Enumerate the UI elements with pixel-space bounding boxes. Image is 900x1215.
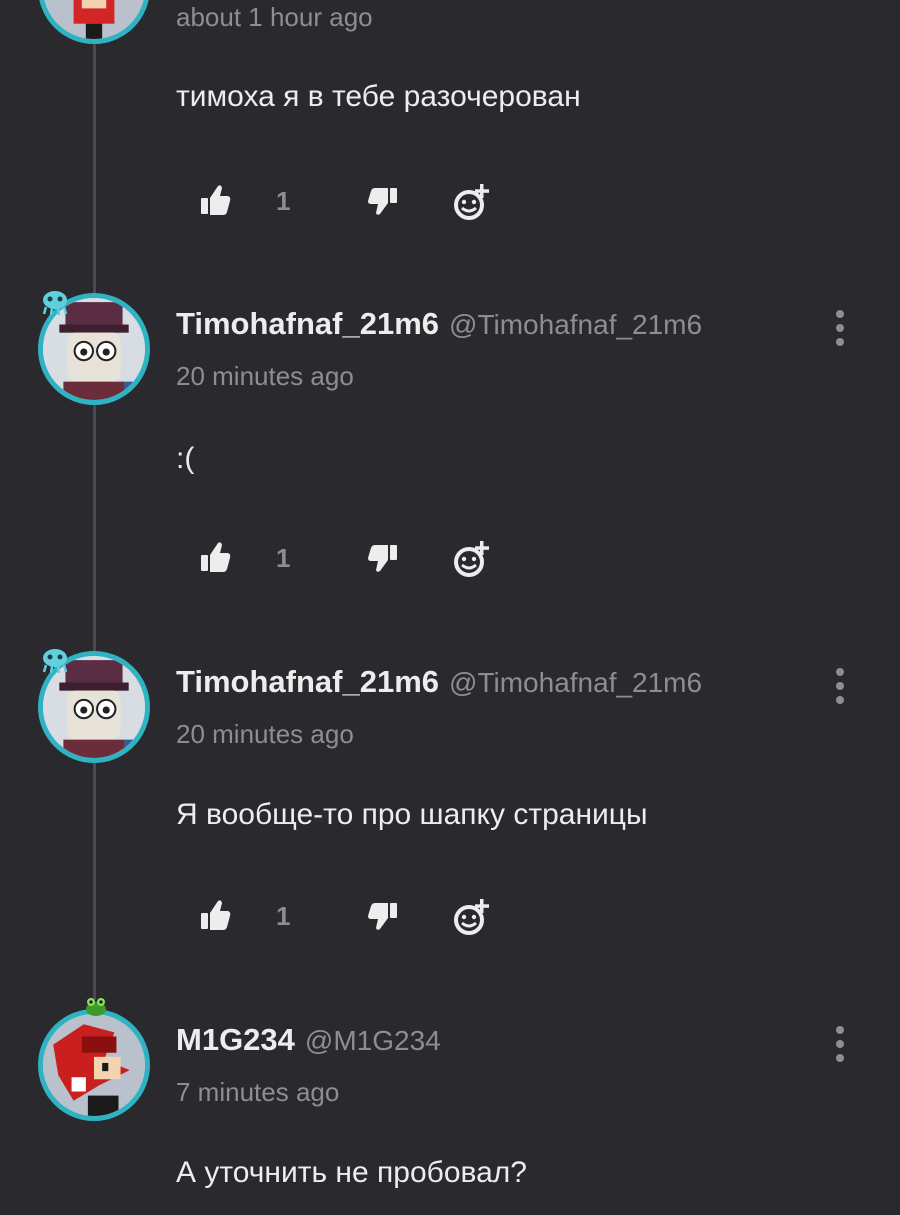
like-button[interactable]: [200, 537, 232, 581]
user-handle: @Timohafnaf_21m6: [449, 309, 703, 340]
dislike-button[interactable]: [366, 180, 398, 224]
thread-line: [93, 0, 96, 1000]
thumbs-down-icon: [368, 545, 397, 572]
comment-timestamp: 20 minutes ago: [176, 361, 354, 391]
add-reaction-button[interactable]: [452, 895, 492, 939]
mascot-badge-icon: [42, 291, 68, 316]
mascot-badge-icon: [42, 649, 68, 674]
comment-username[interactable]: Timohafnaf_21m6 @Timohafnaf_21m6: [176, 306, 702, 342]
comment-text: Я вообще-то про шапку страницы: [176, 798, 648, 831]
thumbs-up-icon: [201, 900, 231, 930]
user-handle: @Timohafnaf_21m6: [449, 667, 703, 698]
thumbs-down-icon: [368, 188, 397, 215]
like-count: 1: [276, 186, 291, 216]
comment-actions: 1: [196, 895, 516, 939]
add-reaction-button[interactable]: [452, 180, 492, 224]
avatar[interactable]: [38, 1009, 150, 1121]
comment-text: :(: [176, 442, 195, 475]
add-reaction-icon: [454, 899, 489, 935]
comment-timestamp: 7 minutes ago: [176, 1077, 340, 1107]
comment-username[interactable]: M1G234 @M1G234: [176, 1022, 441, 1058]
thumbs-up-icon: [201, 185, 231, 215]
dislike-button[interactable]: [366, 537, 398, 581]
like-button[interactable]: [200, 180, 232, 224]
more-options-button[interactable]: [826, 666, 854, 706]
username-text: M1G234: [176, 1022, 295, 1057]
username-text: Timohafnaf_21m6: [176, 306, 440, 341]
thumbs-down-icon: [368, 903, 397, 930]
add-reaction-icon: [454, 541, 489, 577]
more-options-button[interactable]: [826, 308, 854, 348]
comment-timestamp: about 1 hour ago: [176, 2, 373, 32]
like-count: 1: [276, 543, 291, 573]
comment-text: А уточнить не пробовал?: [176, 1156, 527, 1189]
comment-actions: 1: [196, 537, 516, 581]
frog-badge-icon: [86, 998, 106, 1016]
comment-text: тимоха я в тебе разочерован: [176, 80, 581, 113]
like-count: 1: [276, 901, 291, 931]
username-text: Timohafnaf_21m6: [176, 664, 440, 699]
like-button[interactable]: [200, 895, 232, 939]
comment-timestamp: 20 minutes ago: [176, 719, 354, 749]
add-reaction-button[interactable]: [452, 537, 492, 581]
comment-actions: 1: [196, 180, 516, 224]
comment-username[interactable]: Timohafnaf_21m6 @Timohafnaf_21m6: [176, 664, 702, 700]
more-options-button[interactable]: [826, 1024, 854, 1064]
avatar[interactable]: [38, 0, 150, 44]
add-reaction-icon: [454, 184, 489, 220]
thumbs-up-icon: [201, 542, 231, 572]
dislike-button[interactable]: [366, 895, 398, 939]
user-handle: @M1G234: [304, 1025, 441, 1056]
